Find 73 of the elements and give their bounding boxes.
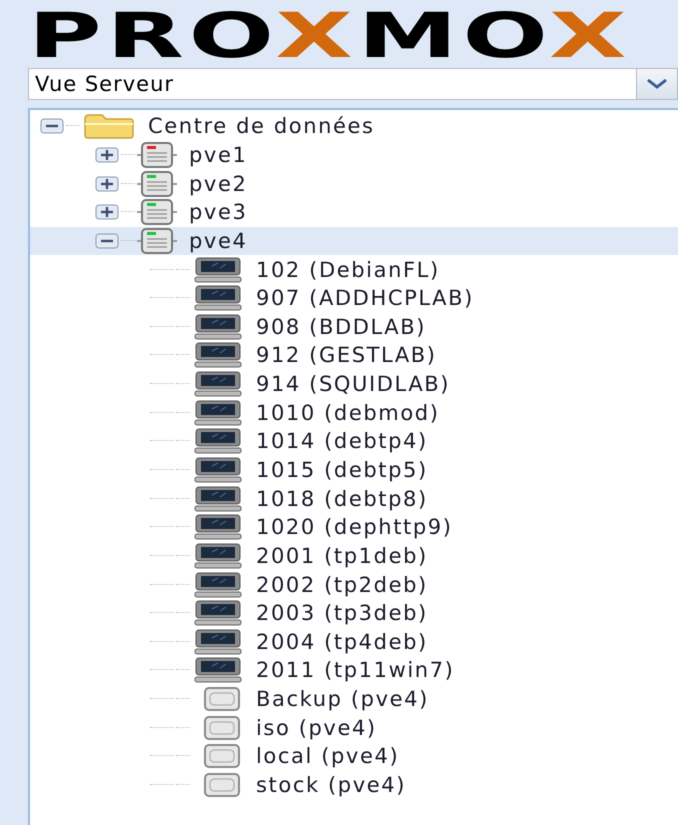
monitor-icon [192,457,244,483]
monitor-icon [192,514,244,540]
tree-item-label: iso (pve4) [256,716,377,740]
collapse-button[interactable] [40,118,64,134]
tree-item-label: 2003 (tp3deb) [256,601,428,626]
tree-item-label: 2002 (tp2deb) [256,572,428,597]
tree-item[interactable]: stock (pve4) [30,770,678,800]
tree-item-label: 1018 (debtp8) [256,486,428,511]
tree-item[interactable]: Backup (pve4) [30,684,678,714]
tree-item-label: 914 (SQUIDLAB) [256,372,450,396]
tree-item[interactable]: 2002 (tp2deb) [30,570,678,599]
tree-item-label: pve1 [189,142,248,167]
tree-item-label: 2004 (tp4deb) [256,630,428,654]
monitor-icon [192,285,244,312]
tree-item[interactable]: 1015 (debtp5) [30,456,678,484]
tree-item-label: 907 (ADDHCPLAB) [256,286,474,310]
logo: PROX MOX [28,8,632,64]
monitor-icon [192,400,244,426]
expand-button[interactable] [95,204,119,220]
tree-item[interactable]: 2001 (tp1deb) [30,542,678,570]
tree-item[interactable]: 102 (DebianFL) [30,255,678,284]
monitor-icon [192,572,244,598]
tree-item[interactable]: 908 (BDDLAB) [30,312,678,342]
monitor-icon [192,428,244,454]
tree-item-label: 1015 (debtp5) [256,458,428,482]
tree-item-label: 102 (DebianFL) [256,258,440,282]
tree-item-label: pve4 [189,228,248,253]
tree-item-label: pve2 [189,172,248,196]
monitor-icon [192,628,244,655]
tree-item[interactable]: 2003 (tp3deb) [30,598,678,628]
tree-item-label: local (pve4) [256,744,400,768]
tree-item[interactable]: 1020 (dephttp9) [30,512,678,542]
monitor-icon [192,600,244,626]
tree-item-label: 1020 (dephttp9) [256,515,453,540]
monitor-icon [192,256,244,283]
folder-icon [82,113,136,140]
tree-item-label: stock (pve4) [256,773,406,798]
expand-button[interactable] [95,146,119,163]
tree-item[interactable]: iso (pve4) [30,713,678,742]
monitor-icon [192,371,244,398]
tree-item[interactable]: 1010 (debmod) [30,398,678,428]
monitor-icon [192,342,244,368]
dropdown-button[interactable] [637,68,678,100]
tree-item[interactable]: pve1 [30,140,678,170]
tree-item[interactable]: 907 (ADDHCPLAB) [30,284,678,312]
tree-item-label: 1014 (debtp4) [256,429,428,454]
chevron-down-icon [646,78,668,90]
expand-button[interactable] [95,176,119,192]
tree-item-label: Centre de données [148,114,375,138]
tree-item[interactable]: 1018 (debtp8) [30,484,678,513]
monitor-icon [192,314,244,340]
tree-item-label: 912 (GESTLAB) [256,343,437,368]
tree-item[interactable]: 2004 (tp4deb) [30,628,678,656]
tree-item-label: 1010 (debmod) [256,400,440,425]
tree-item[interactable]: 914 (SQUIDLAB) [30,370,678,398]
tree-item-label: Backup (pve4) [256,687,429,712]
tree-item[interactable]: pve4 [30,226,678,256]
monitor-icon [192,542,244,569]
view-selector-field[interactable]: Vue Serveur [28,68,637,100]
tree-item[interactable]: pve3 [30,198,678,227]
tree-item[interactable]: pve2 [30,169,678,198]
tree-item-label: 2001 (tp1deb) [256,544,428,568]
monitor-icon [192,657,244,684]
tree-item[interactable]: Centre de données [30,112,678,141]
collapse-button[interactable] [95,232,119,249]
tree-item[interactable]: 2011 (tp11win7) [30,656,678,685]
tree-item[interactable]: 1014 (debtp4) [30,427,678,456]
tree-item[interactable]: 912 (GESTLAB) [30,341,678,370]
tree-item-label: pve3 [189,200,248,224]
monitor-icon [192,486,244,512]
tree-item-label: 2011 (tp11win7) [256,658,454,682]
tree-item[interactable]: local (pve4) [30,742,678,771]
tree-item-label: 908 (BDDLAB) [256,314,426,339]
